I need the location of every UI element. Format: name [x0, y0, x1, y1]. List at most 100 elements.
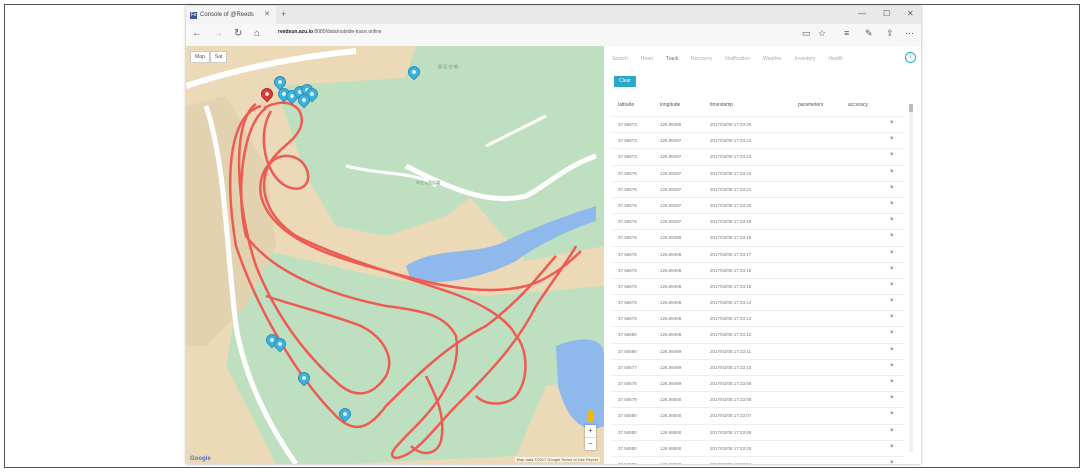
tab-head[interactable]: Head	[641, 56, 653, 62]
zoom-out-button[interactable]: −	[585, 437, 596, 450]
zoom-in-button[interactable]: +	[585, 425, 596, 437]
close-window-button[interactable]: ✕	[907, 9, 914, 18]
scrollbar-thumb[interactable]	[909, 104, 913, 112]
delete-row-icon[interactable]: ×	[890, 298, 894, 304]
cell-timestamp: 2017/02/08 17:23:25	[710, 122, 752, 127]
tab-weather[interactable]: Weather	[763, 56, 782, 62]
maximize-button[interactable]: ☐	[883, 9, 890, 18]
cell-longitude: 126.98499	[660, 381, 682, 386]
table-row: 37.56573 126.98499 2017/02/08 17:23:25 ×	[612, 116, 904, 132]
delete-row-icon[interactable]: ×	[890, 411, 894, 417]
browser-tab[interactable]: Fe Console of @Reeds ✕	[186, 6, 276, 24]
tab-recovery[interactable]: Recovery	[691, 56, 712, 62]
cell-longitude: 126.98499	[660, 364, 682, 370]
cell-timestamp: 2017/02/08 17:23:09	[710, 381, 752, 386]
cell-timestamp: 2017/02/08 17:23:16	[710, 267, 752, 273]
delete-row-icon[interactable]: ×	[890, 169, 894, 175]
delete-row-icon[interactable]: ×	[890, 152, 894, 158]
cell-latitude: 37.56578	[618, 251, 637, 257]
reading-view-icon[interactable]: ▭	[802, 28, 811, 39]
more-icon[interactable]: ⋯	[905, 28, 914, 39]
cell-longitude: 126.98498	[660, 283, 682, 289]
table-row: 37.56578 126.98499 2017/02/08 17:23:09 ×	[612, 375, 904, 391]
table-row: 37.56578 126.98497 2017/02/08 17:23:20 ×	[612, 196, 904, 213]
tab-health[interactable]: Health	[828, 56, 842, 62]
info-icon[interactable]: i	[905, 52, 916, 63]
tab-search[interactable]: Search	[612, 56, 628, 62]
web-note-icon[interactable]: ✎	[865, 28, 873, 39]
delete-row-icon[interactable]: ×	[890, 379, 894, 385]
map-view[interactable]: Map Sat 里·区·空·地 市立公園広場 + − Google Map da…	[186, 46, 604, 464]
delete-row-icon[interactable]: ×	[890, 233, 894, 239]
cell-longitude: 126.98498	[660, 251, 682, 257]
cell-timestamp: 2017/02/08 17:23:19	[710, 219, 752, 225]
cell-longitude: 126.98497	[660, 202, 682, 208]
share-icon[interactable]: ⇪	[886, 28, 894, 39]
cell-latitude: 37.56573	[618, 138, 637, 144]
delete-row-icon[interactable]: ×	[890, 347, 894, 353]
cell-timestamp: 2017/02/08 17:23:22	[710, 170, 752, 176]
cell-timestamp: 2017/02/08 17:23:08	[710, 397, 752, 403]
cell-timestamp: 2017/02/08 17:23:15	[710, 283, 752, 289]
scrollbar[interactable]	[909, 104, 913, 452]
home-icon[interactable]: ⌂	[254, 28, 260, 39]
map-type-control: Map Sat	[190, 51, 228, 63]
cell-timestamp: 2017/02/08 17:23:05	[710, 445, 752, 451]
tab-bar: Fe Console of @Reeds ✕ + — ☐ ✕	[186, 6, 921, 24]
cell-latitude: 37.56580	[618, 413, 637, 419]
cell-longitude: 126.98498	[660, 235, 682, 241]
delete-row-icon[interactable]: ×	[890, 395, 894, 401]
map-canvas	[186, 46, 604, 464]
cell-longitude: 126.98497	[660, 219, 682, 225]
delete-row-icon[interactable]: ×	[890, 428, 894, 434]
delete-row-icon[interactable]: ×	[890, 460, 894, 464]
cell-latitude: 37.56579	[618, 300, 637, 306]
data-panel: Search Head Track Recovery Notification Weath…	[604, 46, 921, 464]
cell-latitude: 37.56575	[618, 170, 637, 176]
map-label: 市立公園広場	[416, 180, 440, 185]
delete-row-icon[interactable]: ×	[890, 217, 894, 223]
panel-tabs: Search Head Track Recovery Notification Weath…	[612, 56, 843, 62]
address-path: :8080/data/outside-trace.online	[313, 29, 382, 35]
delete-row-icon[interactable]: ×	[890, 136, 894, 142]
delete-row-icon[interactable]: ×	[890, 250, 894, 256]
cell-timestamp: 2017/02/08 17:23:12	[710, 332, 752, 338]
table-row: 37.56580 126.98500 2017/02/08 17:23:05 ×	[612, 439, 904, 456]
delete-row-icon[interactable]: ×	[890, 363, 894, 369]
tab-close-icon[interactable]: ✕	[264, 10, 270, 18]
pegman-icon[interactable]	[588, 410, 594, 422]
address-bar[interactable]: reedsun.azu.io:8080/data/outside-trace.o…	[278, 29, 382, 35]
back-arrow-icon[interactable]: ←	[192, 28, 202, 39]
tab-inventory[interactable]: Inventory	[795, 56, 816, 62]
delete-row-icon[interactable]: ×	[890, 330, 894, 336]
cell-longitude: 126.98497	[660, 138, 682, 144]
cell-longitude: 126.98500	[660, 462, 681, 464]
delete-row-icon[interactable]: ×	[890, 120, 894, 126]
delete-row-icon[interactable]: ×	[890, 185, 894, 191]
cell-longitude: 126.98498	[660, 316, 682, 322]
tab-title: Console of @Reeds	[200, 12, 254, 18]
address-host: reedsun.azu.io	[278, 29, 314, 35]
cell-longitude: 126.98500	[660, 445, 682, 451]
cell-timestamp: 2017/02/08 17:23:18	[710, 235, 752, 241]
hub-icon[interactable]: ≡	[844, 28, 849, 38]
new-tab-button[interactable]: +	[281, 9, 286, 19]
forward-arrow-icon[interactable]: →	[213, 28, 223, 39]
tab-track[interactable]: Track	[666, 56, 678, 62]
tab-notification[interactable]: Notification	[725, 56, 750, 62]
cell-timestamp: 2017/02/08 17:23:23	[710, 154, 752, 160]
minimize-button[interactable]: —	[858, 9, 866, 18]
browser-window: Fe Console of @Reeds ✕ + — ☐ ✕ ← → ↻ ⌂ r…	[186, 6, 921, 464]
favorite-star-icon[interactable]: ☆	[818, 28, 826, 39]
clear-button[interactable]: Clear	[614, 76, 636, 87]
delete-row-icon[interactable]: ×	[890, 201, 894, 207]
header-latitude: latitude	[618, 102, 635, 108]
delete-row-icon[interactable]: ×	[890, 282, 894, 288]
refresh-icon[interactable]: ↻	[234, 28, 242, 39]
map-attribution[interactable]: Map data ©2017 Google Terms of Use Repor…	[514, 457, 600, 462]
delete-row-icon[interactable]: ×	[890, 444, 894, 450]
delete-row-icon[interactable]: ×	[890, 266, 894, 272]
map-type-sat[interactable]: Sat	[209, 51, 228, 63]
delete-row-icon[interactable]: ×	[890, 314, 894, 320]
map-type-map[interactable]: Map	[190, 51, 210, 63]
